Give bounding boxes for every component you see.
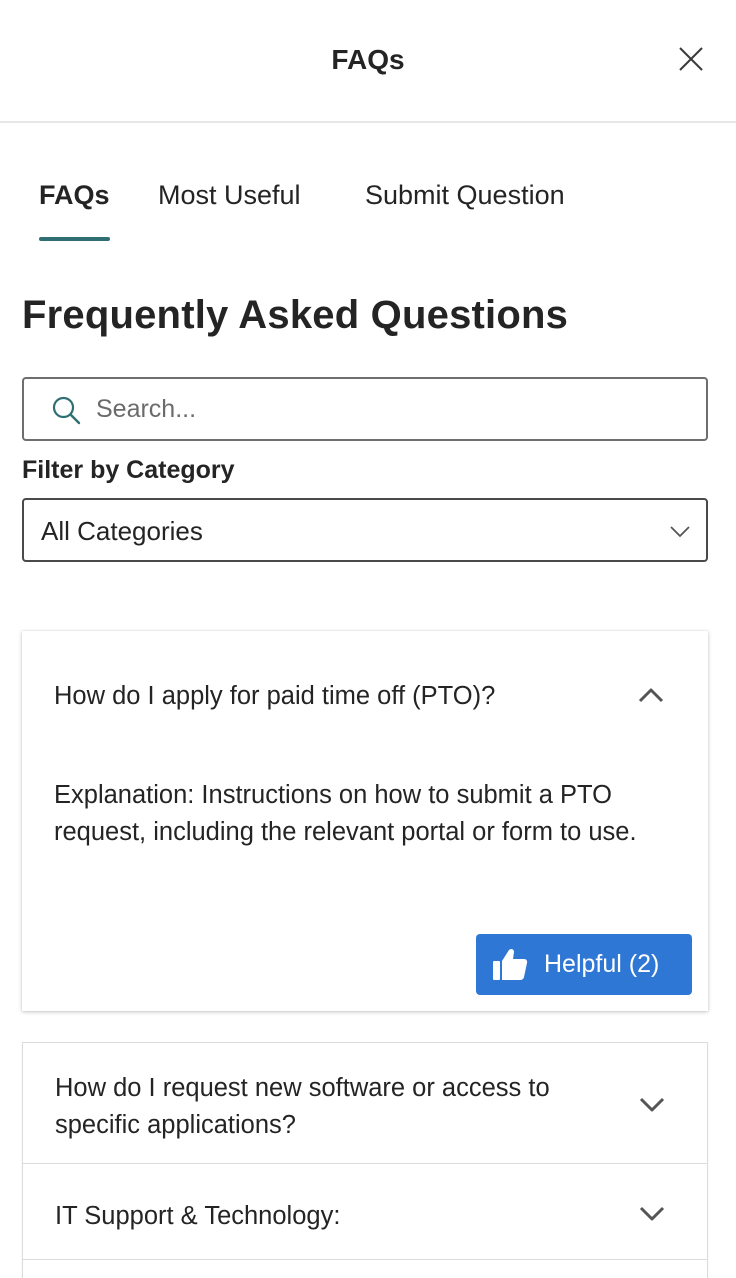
search-input[interactable] <box>96 381 696 437</box>
chevron-down-icon <box>670 526 690 538</box>
chevron-down-icon[interactable] <box>637 1198 667 1228</box>
faq-item[interactable]: IT Support & Technology: <box>22 1163 708 1260</box>
page-title: Frequently Asked Questions <box>22 293 569 337</box>
faq-question[interactable]: IT Support & Technology: <box>55 1198 340 1235</box>
faq-item[interactable]: How do I request new software or access … <box>22 1042 708 1164</box>
faq-question[interactable]: How do I apply for paid time off (PTO)? <box>54 678 495 715</box>
faq-answer: Explanation: Instructions on how to subm… <box>54 781 637 846</box>
panel-header: FAQs <box>0 0 736 123</box>
faq-item[interactable] <box>22 1259 708 1278</box>
filter-label: Filter by Category <box>22 456 235 484</box>
close-button[interactable] <box>672 40 710 78</box>
faq-item: How do I apply for paid time off (PTO)? … <box>22 631 708 1011</box>
tab-submit-question[interactable]: Submit Question <box>365 180 565 242</box>
search-icon <box>52 396 81 425</box>
category-select-value: All Categories <box>41 516 203 546</box>
close-icon <box>679 47 703 71</box>
category-select[interactable]: All Categories <box>22 498 708 562</box>
thumbs-up-icon <box>493 948 528 980</box>
panel-title: FAQs <box>331 44 405 75</box>
tab-bar: FAQs Most Useful Submit Question <box>22 180 722 242</box>
tab-most-useful[interactable]: Most Useful <box>158 180 301 242</box>
tab-faqs[interactable]: FAQs <box>39 180 110 242</box>
search-box[interactable] <box>22 377 708 441</box>
helpful-button[interactable]: Helpful (2) <box>476 934 692 995</box>
faq-question[interactable]: How do I request new software or access … <box>55 1070 615 1144</box>
chevron-down-icon[interactable] <box>637 1089 667 1119</box>
chevron-up-icon[interactable] <box>636 681 666 711</box>
helpful-label: Helpful (2) <box>544 950 660 978</box>
